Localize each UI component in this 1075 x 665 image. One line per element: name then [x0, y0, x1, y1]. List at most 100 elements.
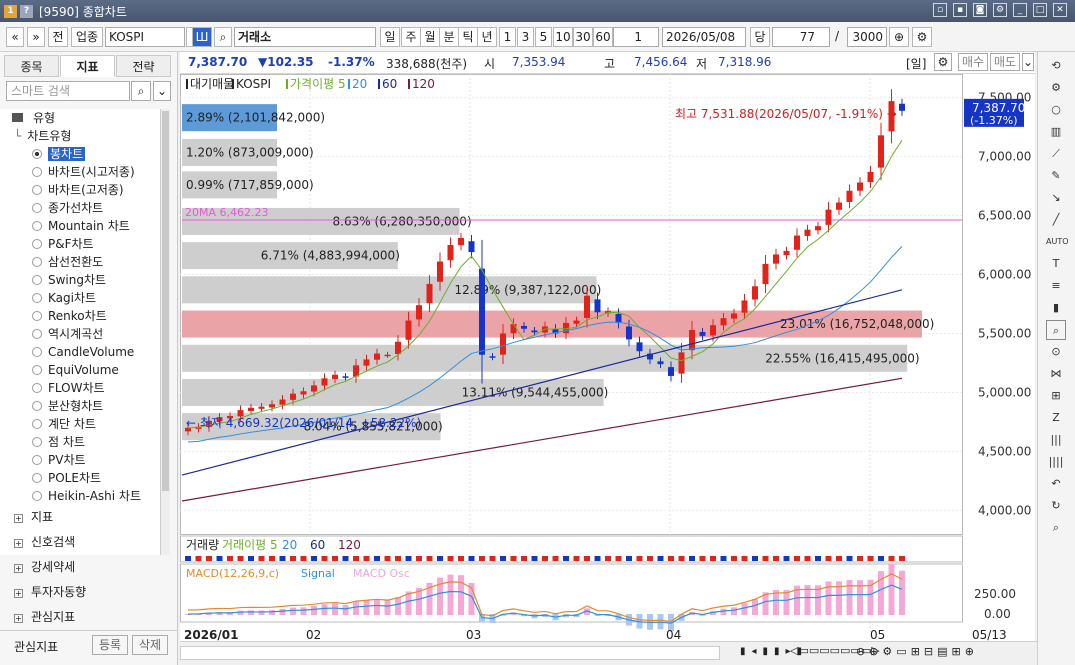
radio-icon[interactable] — [32, 293, 42, 303]
grid-icon[interactable]: ⊞ — [1046, 386, 1066, 406]
register-button[interactable]: 등록 — [92, 635, 128, 655]
radio-icon[interactable] — [32, 365, 42, 375]
scroll-track[interactable] — [180, 646, 720, 660]
radio-icon[interactable] — [32, 401, 42, 411]
n-icon[interactable]: Z — [1046, 408, 1066, 428]
smart-search-icon[interactable]: ⌕ — [131, 81, 151, 101]
chart-type-item[interactable]: FLOW차트 — [0, 379, 160, 397]
tick-30[interactable]: 30 — [573, 27, 593, 47]
radio-icon[interactable] — [32, 311, 42, 321]
section-3[interactable]: + 투자자동향 — [14, 582, 86, 602]
auto-icon[interactable]: AUTO — [1046, 232, 1069, 252]
radio-icon[interactable] — [32, 383, 42, 393]
trendline-icon[interactable]: ╱ — [1046, 210, 1066, 230]
help-icon[interactable]: ? — [20, 4, 33, 18]
camera-icon[interactable]: ◙ — [973, 3, 987, 17]
chart-type-item[interactable]: 역시계곡선 — [0, 325, 160, 343]
expand-icon[interactable]: + — [14, 564, 23, 573]
prev-button[interactable]: « — [6, 27, 24, 47]
ray-icon[interactable]: ↘ — [1046, 188, 1066, 208]
undo-icon[interactable]: ↶ — [1046, 474, 1066, 494]
minimize-icon[interactable]: _ — [1013, 3, 1027, 17]
section-0[interactable]: + 지표 — [14, 507, 53, 527]
radio-icon[interactable] — [32, 257, 42, 267]
magnifier-icon[interactable]: ⌕ — [1046, 320, 1066, 340]
tree-group-type[interactable]: 유형 — [0, 109, 160, 127]
period-tick[interactable]: 틱 — [458, 27, 478, 47]
info-settings-icon[interactable]: ⚙ — [934, 53, 952, 71]
bar-icon[interactable]: ▥ — [1046, 122, 1066, 142]
radio-icon[interactable] — [32, 491, 42, 501]
chart-type-item[interactable]: Kagi차트 — [0, 289, 160, 307]
line-cross-icon[interactable]: ⟋ — [1046, 144, 1066, 164]
radio-icon[interactable] — [32, 347, 42, 357]
radio-icon[interactable] — [32, 221, 42, 231]
tick-60[interactable]: 60 — [593, 27, 613, 47]
tick-3[interactable]: 3 — [517, 27, 534, 47]
delete-button[interactable]: 삭제 — [132, 635, 168, 655]
redo-icon[interactable]: ↻ — [1046, 496, 1066, 516]
radio-icon[interactable] — [32, 203, 42, 213]
radio-icon[interactable] — [32, 167, 42, 177]
chart-type-item[interactable]: 봉차트 — [0, 145, 160, 163]
display-count-input[interactable]: 77 — [772, 27, 830, 47]
bottom-tools[interactable]: ⊖⊕⚙▭⊞⊟▤⊞⊕ — [856, 645, 978, 658]
code-input[interactable]: KOSPI — [105, 27, 185, 47]
toolbar-settings-icon[interactable]: ⚙ — [912, 27, 932, 47]
radio-icon[interactable] — [32, 185, 42, 195]
expand-icon[interactable]: + — [14, 539, 23, 548]
chart-type-item[interactable]: 점 차트 — [0, 433, 160, 451]
radio-icon[interactable] — [32, 275, 42, 285]
zoom-icon[interactable]: ⊙ — [1046, 342, 1066, 362]
expand-icon[interactable]: + — [14, 614, 23, 623]
jeon-button[interactable]: 전 — [48, 27, 68, 47]
radio-icon[interactable] — [32, 149, 42, 159]
zoom-in-icon[interactable]: ⊕ — [889, 27, 909, 47]
pen-icon[interactable]: ✎ — [1046, 166, 1066, 186]
chart-type-item[interactable]: 종가선차트 — [0, 199, 160, 217]
tab-stock[interactable]: 종목 — [4, 55, 59, 77]
radio-icon[interactable] — [32, 437, 42, 447]
vbars-icon[interactable]: ||| — [1046, 430, 1066, 450]
tick-1[interactable]: 1 — [499, 27, 516, 47]
radio-icon[interactable] — [32, 473, 42, 483]
all-icon[interactable]: ≡ — [1046, 276, 1066, 296]
menu-button[interactable]: » — [27, 27, 45, 47]
text-icon[interactable]: T — [1046, 254, 1066, 274]
buy-button[interactable]: 매수 — [958, 53, 988, 71]
search-dropdown-icon[interactable]: ⌄ — [153, 81, 171, 101]
info-dropdown-icon[interactable]: ⌄ — [1022, 53, 1034, 71]
sector-button[interactable]: 업종 — [71, 27, 103, 47]
chart-type-item[interactable]: 계단 차트 — [0, 415, 160, 433]
search-tool-icon[interactable]: ⌕ — [1046, 518, 1066, 538]
chart-type-item[interactable]: EquiVolume — [0, 361, 160, 379]
chart-type-item[interactable]: P&F차트 — [0, 235, 160, 253]
radio-icon[interactable] — [32, 239, 42, 249]
tick-5[interactable]: 5 — [535, 27, 552, 47]
chart-type-item[interactable]: 바차트(시고저종) — [0, 163, 160, 181]
refresh-icon[interactable]: ⟲ — [1046, 56, 1066, 76]
chart-type-item[interactable]: 분산형차트 — [0, 397, 160, 415]
total-count-input[interactable]: 3000 — [847, 27, 887, 47]
gear-icon[interactable]: ⚙ — [1046, 78, 1066, 98]
chart-type-item[interactable]: POLE차트 — [0, 469, 160, 487]
chart-area[interactable]: 7,500.00 7,000.00 6,500.00 6,000.00 5,500.00… — [180, 74, 1035, 654]
period-minute[interactable]: 분 — [439, 27, 459, 47]
tab-strategy[interactable]: 전략 — [116, 55, 171, 77]
chart-type-item[interactable]: Heikin-Ashi 차트 — [0, 487, 160, 505]
radio-icon[interactable] — [32, 455, 42, 465]
period-month[interactable]: 월 — [420, 27, 440, 47]
candle-icon[interactable]: ▮ — [1046, 298, 1066, 318]
settings-icon[interactable]: ⚙ — [993, 3, 1007, 17]
radio-icon[interactable] — [32, 419, 42, 429]
expand-icon[interactable]: + — [14, 589, 23, 598]
period-week[interactable]: 주 — [401, 27, 421, 47]
section-2[interactable]: + 강세약세 — [14, 557, 75, 577]
dang-button[interactable]: 당 — [750, 27, 770, 47]
count-input[interactable]: 1 — [613, 27, 659, 47]
circle-icon[interactable]: ○ — [1046, 100, 1066, 120]
chart-type-item[interactable]: PV차트 — [0, 451, 160, 469]
section-1[interactable]: + 신호검색 — [14, 532, 75, 552]
vbars2-icon[interactable]: |||| — [1046, 452, 1066, 472]
fib-icon[interactable]: ⋈ — [1046, 364, 1066, 384]
